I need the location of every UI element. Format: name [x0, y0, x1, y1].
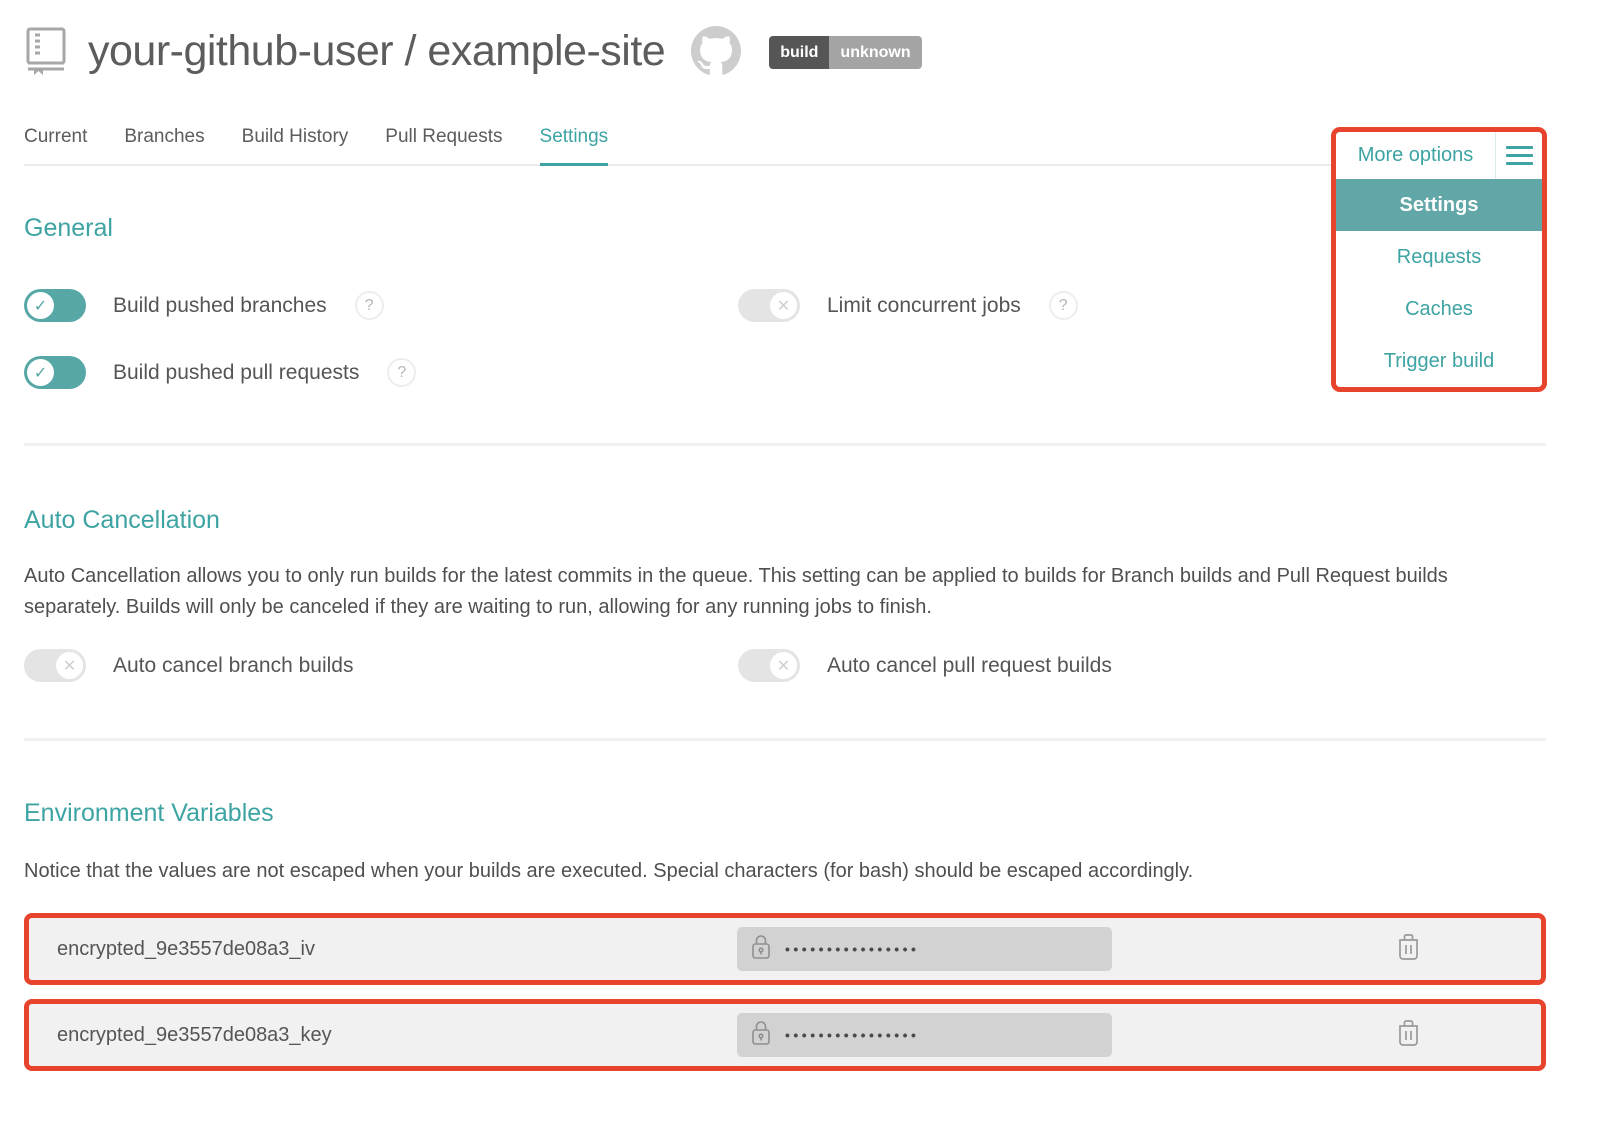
- menu-item-caches[interactable]: Caches: [1336, 283, 1542, 335]
- menu-item-trigger-build[interactable]: Trigger build: [1336, 335, 1542, 387]
- build-status-badge: build unknown: [769, 36, 921, 69]
- tab-pull-requests[interactable]: Pull Requests: [385, 126, 502, 164]
- menu-item-settings[interactable]: Settings: [1336, 179, 1542, 231]
- check-icon: ✓: [27, 359, 54, 386]
- page-title: your-github-user / example-site: [88, 27, 665, 76]
- env-var-row: encrypted_9e3557de08a3_iv ••••••••••••••…: [29, 918, 1541, 980]
- repo-tabbar: Current Branches Build History Pull Requ…: [24, 126, 1546, 166]
- tab-build-history[interactable]: Build History: [242, 126, 349, 164]
- toggle-label: Limit concurrent jobs: [827, 294, 1021, 318]
- more-options-dropdown: More options Settings Requests Caches Tr…: [1331, 127, 1547, 392]
- lock-icon: [750, 1019, 772, 1052]
- lock-icon: [750, 933, 772, 966]
- toggle-label: Build pushed branches: [113, 294, 327, 318]
- tab-settings[interactable]: Settings: [540, 126, 609, 166]
- page-header: your-github-user / example-site build un…: [24, 0, 1546, 84]
- delete-env-var-button[interactable]: [1396, 932, 1421, 966]
- env-var-name: encrypted_9e3557de08a3_key: [57, 1024, 737, 1047]
- auto-cancellation-toggle-grid: ✕ Auto cancel branch builds ✕ Auto cance…: [24, 649, 1546, 682]
- toggle-label: Auto cancel branch builds: [113, 654, 354, 678]
- auto-cancellation-description: Auto Cancellation allows you to only run…: [24, 561, 1474, 623]
- badge-status-value: unknown: [829, 36, 921, 69]
- help-icon[interactable]: ?: [355, 291, 384, 320]
- env-var-row-highlight: encrypted_9e3557de08a3_key •••••••••••••…: [24, 999, 1546, 1071]
- auto-cancel-pull-request-builds-toggle[interactable]: ✕: [738, 649, 800, 682]
- delete-env-var-button[interactable]: [1396, 1018, 1421, 1052]
- badge-build-label: build: [769, 36, 829, 69]
- help-icon[interactable]: ?: [387, 358, 416, 387]
- toggle-row-build-branches: ✓ Build pushed branches ?: [24, 289, 738, 322]
- env-var-value-field: ••••••••••••••••: [737, 1013, 1112, 1057]
- more-options-button[interactable]: More options: [1336, 132, 1495, 179]
- toggle-label: Auto cancel pull request builds: [827, 654, 1112, 678]
- build-pushed-branches-toggle[interactable]: ✓: [24, 289, 86, 322]
- check-icon: ✓: [27, 292, 54, 319]
- limit-concurrent-jobs-toggle[interactable]: ✕: [738, 289, 800, 322]
- help-icon[interactable]: ?: [1049, 291, 1078, 320]
- tab-current[interactable]: Current: [24, 126, 87, 164]
- trash-icon: [1396, 1018, 1421, 1052]
- toggle-row-build-prs: ✓ Build pushed pull requests ?: [24, 356, 738, 389]
- hamburger-icon[interactable]: [1496, 132, 1542, 179]
- cross-icon: ✕: [56, 652, 83, 679]
- toggle-label: Build pushed pull requests: [113, 361, 359, 385]
- menu-item-requests[interactable]: Requests: [1336, 231, 1542, 283]
- auto-cancellation-section-title: Auto Cancellation: [24, 506, 1546, 535]
- env-vars-notice: Notice that the values are not escaped w…: [24, 856, 1474, 887]
- auto-cancel-branch-builds-toggle[interactable]: ✕: [24, 649, 86, 682]
- github-icon[interactable]: [691, 26, 741, 81]
- more-options-header: More options: [1336, 132, 1542, 179]
- env-var-value-field: ••••••••••••••••: [737, 927, 1112, 971]
- build-pushed-pull-requests-toggle[interactable]: ✓: [24, 356, 86, 389]
- section-divider: [24, 738, 1546, 741]
- section-divider: [24, 443, 1546, 446]
- general-toggle-grid: ✓ Build pushed branches ? ✕ Limit concur…: [24, 289, 1546, 389]
- env-var-name: encrypted_9e3557de08a3_iv: [57, 938, 737, 961]
- masked-value: ••••••••••••••••: [785, 941, 919, 957]
- env-var-row: encrypted_9e3557de08a3_key •••••••••••••…: [29, 1004, 1541, 1066]
- cross-icon: ✕: [770, 292, 797, 319]
- toggle-row-auto-cancel-pr: ✕ Auto cancel pull request builds: [738, 649, 1546, 682]
- tab-branches[interactable]: Branches: [124, 126, 204, 164]
- masked-value: ••••••••••••••••: [785, 1027, 919, 1043]
- toggle-row-auto-cancel-branch: ✕ Auto cancel branch builds: [24, 649, 738, 682]
- env-var-row-highlight: encrypted_9e3557de08a3_iv ••••••••••••••…: [24, 913, 1546, 985]
- cross-icon: ✕: [770, 652, 797, 679]
- repo-book-icon: [24, 26, 68, 81]
- env-vars-section-title: Environment Variables: [24, 799, 1546, 828]
- trash-icon: [1396, 932, 1421, 966]
- general-section-title: General: [24, 214, 1546, 243]
